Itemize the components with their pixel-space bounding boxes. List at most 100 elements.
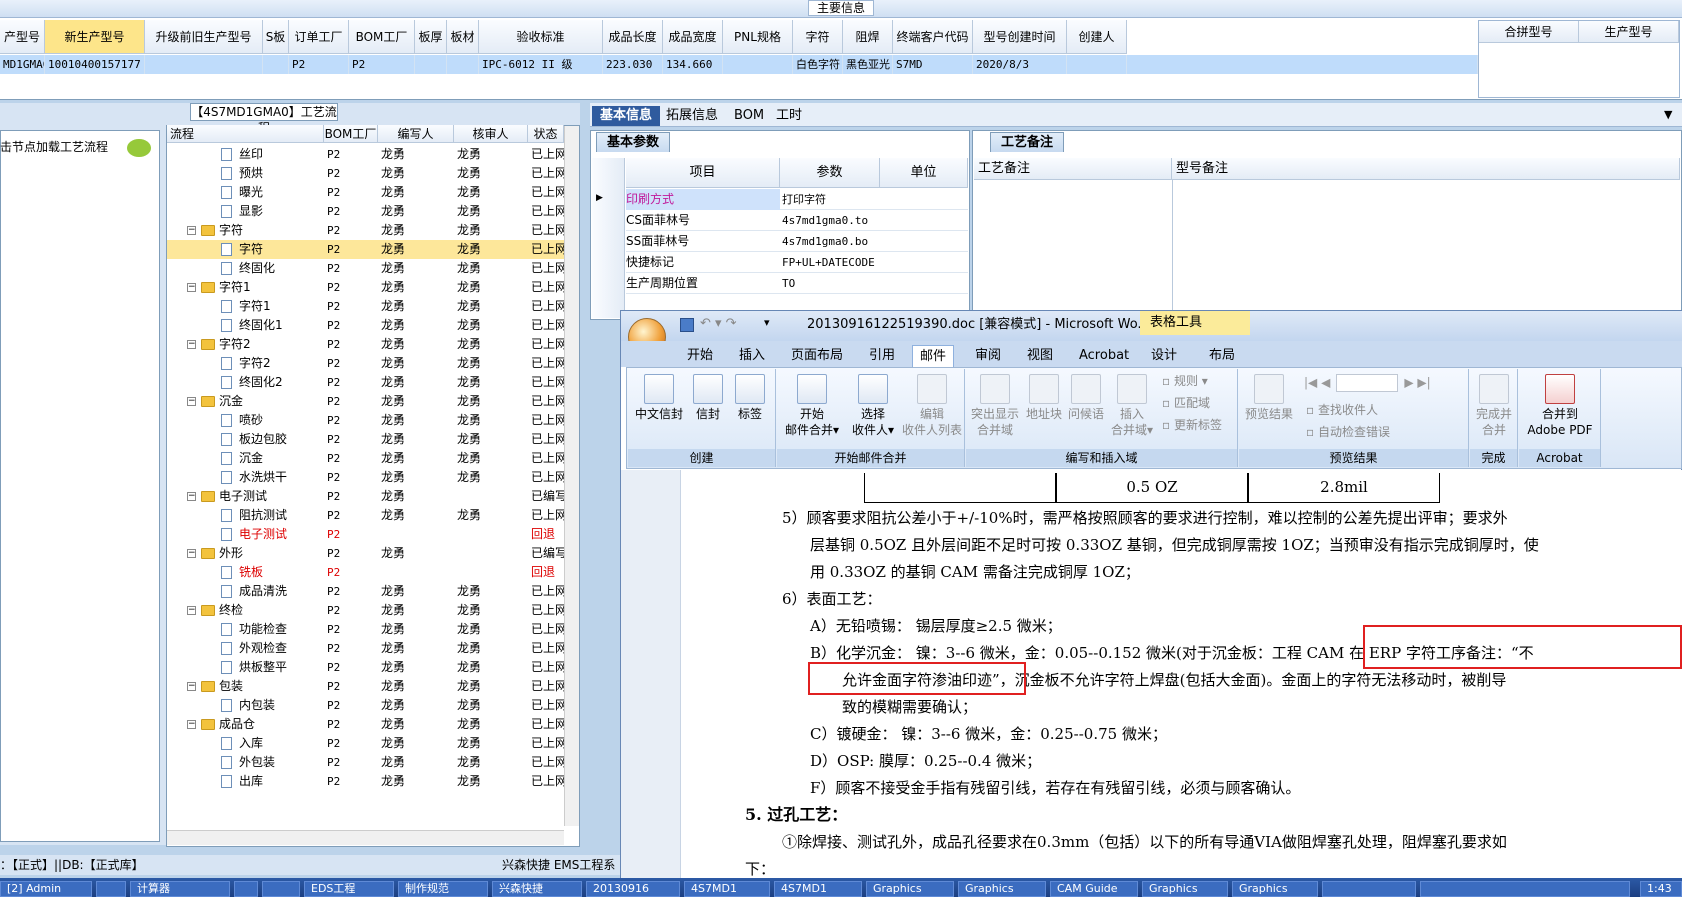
- table-row[interactable]: 丝印 P2 龙勇 龙勇 已上网: [167, 145, 567, 164]
- tab-bom[interactable]: BOM: [726, 106, 772, 126]
- tree-horizontal-scrollbar[interactable]: [167, 830, 564, 845]
- taskbar-item[interactable]: [234, 881, 258, 897]
- column-reviewer[interactable]: 核审人: [454, 125, 528, 143]
- collapse-toggle-icon[interactable]: −: [187, 397, 196, 406]
- taskbar-item[interactable]: [262, 881, 300, 897]
- table-row[interactable]: 入库 P2 龙勇 龙勇 已上网: [167, 734, 567, 753]
- table-row[interactable]: 字符 P2 龙勇 龙勇 已上网: [167, 240, 567, 259]
- table-row[interactable]: 电子测试 P2 回退: [167, 525, 567, 544]
- match-fields-button[interactable]: ▫ 匹配域: [1162, 395, 1210, 411]
- speech-bubble-icon[interactable]: [127, 139, 151, 157]
- tab-process-notes[interactable]: 工艺备注: [990, 132, 1065, 152]
- taskbar-item[interactable]: [96, 881, 126, 897]
- table-row[interactable]: 内包装 P2 龙勇 龙勇 已上网: [167, 696, 567, 715]
- table-row[interactable]: 预烘 P2 龙勇 龙勇 已上网: [167, 164, 567, 183]
- collapse-toggle-icon[interactable]: −: [187, 492, 196, 501]
- table-row[interactable]: 显影 P2 龙勇 龙勇 已上网: [167, 202, 567, 221]
- row-cell[interactable]: 2020/8/3: [973, 55, 1067, 74]
- table-row[interactable]: − 终检 P2 龙勇 龙勇 已上网: [167, 601, 567, 620]
- table-row[interactable]: 铣板 P2 回退: [167, 563, 567, 582]
- collapse-toggle-icon[interactable]: −: [187, 340, 196, 349]
- taskbar-item[interactable]: [1420, 881, 1630, 897]
- row-cell[interactable]: [1067, 55, 1127, 74]
- header-cell[interactable]: 型号创建时间: [973, 20, 1067, 54]
- row-cell[interactable]: 223.030: [603, 55, 663, 74]
- update-labels-button[interactable]: ▫ 更新标签: [1162, 417, 1222, 433]
- tab-basic-params[interactable]: 基本参数: [596, 132, 671, 152]
- tab-mailings[interactable]: 邮件: [912, 345, 955, 367]
- taskbar-item[interactable]: Graphics: [1232, 881, 1318, 897]
- table-row[interactable]: 外观检查 P2 龙勇 龙勇 已上网: [167, 639, 567, 658]
- header-cell[interactable]: 新生产型号: [45, 20, 145, 54]
- taskbar-item[interactable]: EDS工程: [304, 881, 394, 897]
- tab-home[interactable]: 开始: [680, 345, 720, 367]
- taskbar-item[interactable]: Graphics: [1142, 881, 1228, 897]
- header-cell[interactable]: 验收标准: [479, 20, 603, 54]
- row-cell[interactable]: P2: [289, 55, 349, 74]
- table-row[interactable]: 终固化1 P2 龙勇 龙勇 已上网: [167, 316, 567, 335]
- collapse-toggle-icon[interactable]: −: [187, 549, 196, 558]
- node-list-box[interactable]: [0, 130, 160, 842]
- tab-review[interactable]: 审阅: [968, 345, 1008, 367]
- row-cell[interactable]: P2: [349, 55, 415, 74]
- header-cell[interactable]: BOM工厂: [349, 20, 415, 54]
- param-row[interactable]: 印刷方式 打印字符: [626, 189, 968, 210]
- greeting-line-button[interactable]: 问候语: [1066, 374, 1106, 422]
- collapse-toggle-icon[interactable]: −: [187, 682, 196, 691]
- table-row[interactable]: 外包装 P2 龙勇 龙勇 已上网: [167, 753, 567, 772]
- param-col-value[interactable]: 参数: [780, 158, 880, 188]
- table-row[interactable]: 字符1 P2 龙勇 龙勇 已上网: [167, 297, 567, 316]
- table-row[interactable]: − 包装 P2 龙勇 龙勇 已上网: [167, 677, 567, 696]
- param-row[interactable]: 快捷标记 FP+UL+DATECODE: [626, 252, 968, 273]
- table-row[interactable]: − 外形 P2 龙勇 已编写: [167, 544, 567, 563]
- undo-icon[interactable]: ↶ ▾ ↷: [700, 316, 737, 331]
- clock[interactable]: 1:43: [1640, 881, 1682, 897]
- header-cell[interactable]: 板材: [447, 20, 479, 54]
- table-row[interactable]: − 字符1 P2 龙勇 龙勇 已上网: [167, 278, 567, 297]
- collapse-toggle-icon[interactable]: −: [187, 606, 196, 615]
- table-row[interactable]: 烘板整平 P2 龙勇 龙勇 已上网: [167, 658, 567, 677]
- header-cell[interactable]: S板: [263, 20, 289, 54]
- table-row[interactable]: 出库 P2 龙勇 龙勇 已上网: [167, 772, 567, 791]
- table-row[interactable]: 终固化2 P2 龙勇 龙勇 已上网: [167, 373, 567, 392]
- header-cell[interactable]: 终端客户代码: [893, 20, 973, 54]
- table-row[interactable]: − 电子测试 P2 龙勇 已编写: [167, 487, 567, 506]
- edit-recipient-list-button[interactable]: 编辑 收件人列表: [900, 374, 964, 438]
- select-recipients-button[interactable]: 选择 收件人▾: [846, 374, 900, 438]
- param-col-unit[interactable]: 单位: [880, 158, 968, 188]
- table-row[interactable]: 曝光 P2 龙勇 龙勇 已上网: [167, 183, 567, 202]
- tab-page-layout[interactable]: 页面布局: [784, 345, 850, 367]
- row-cell[interactable]: 白色字符: [793, 55, 843, 74]
- taskbar-item[interactable]: [1322, 881, 1416, 897]
- taskbar-item[interactable]: 兴森快捷: [492, 881, 582, 897]
- header-cell[interactable]: PNL规格: [723, 20, 793, 54]
- labels-button[interactable]: 标签: [732, 374, 768, 422]
- tab-design[interactable]: 设计: [1144, 345, 1184, 367]
- tree-vertical-scrollbar[interactable]: [564, 126, 579, 826]
- tab-acrobat[interactable]: Acrobat: [1072, 345, 1136, 367]
- envelope-button[interactable]: 信封: [690, 374, 726, 422]
- row-cell[interactable]: 黑色亚光: [843, 55, 893, 74]
- taskbar-item[interactable]: 计算器: [130, 881, 230, 897]
- param-row[interactable]: CS面菲林号 4s7md1gma0.to: [626, 210, 968, 231]
- first-record-icon[interactable]: |◀ ◀: [1304, 376, 1330, 390]
- tab-work-hours[interactable]: 工时: [768, 106, 810, 126]
- highlight-merge-fields-button[interactable]: 突出显示 合并域: [968, 374, 1022, 438]
- table-row[interactable]: 水洗烘干 P2 龙勇 龙勇 已上网: [167, 468, 567, 487]
- row-cell[interactable]: 10010400157177: [45, 55, 145, 74]
- save-icon[interactable]: [680, 318, 694, 332]
- table-row[interactable]: 成品清洗 P2 龙勇 龙勇 已上网: [167, 582, 567, 601]
- table-row[interactable]: 功能检查 P2 龙勇 龙勇 已上网: [167, 620, 567, 639]
- taskbar-item[interactable]: Graphics: [866, 881, 954, 897]
- header-cell[interactable]: 阻焊: [843, 20, 893, 54]
- row-cell[interactable]: [263, 55, 289, 74]
- tab-basic-info[interactable]: 基本信息: [592, 106, 661, 126]
- row-cell[interactable]: S7MD: [893, 55, 973, 74]
- header-cell[interactable]: 创建人: [1067, 20, 1127, 54]
- param-col-item[interactable]: 项目: [626, 158, 780, 188]
- record-number-input[interactable]: [1336, 374, 1399, 392]
- row-cell[interactable]: MD1GMA0: [0, 55, 45, 74]
- header-cell[interactable]: 成品宽度: [663, 20, 723, 54]
- header-cell[interactable]: 订单工厂: [289, 20, 349, 54]
- table-row[interactable]: 喷砂 P2 龙勇 龙勇 已上网: [167, 411, 567, 430]
